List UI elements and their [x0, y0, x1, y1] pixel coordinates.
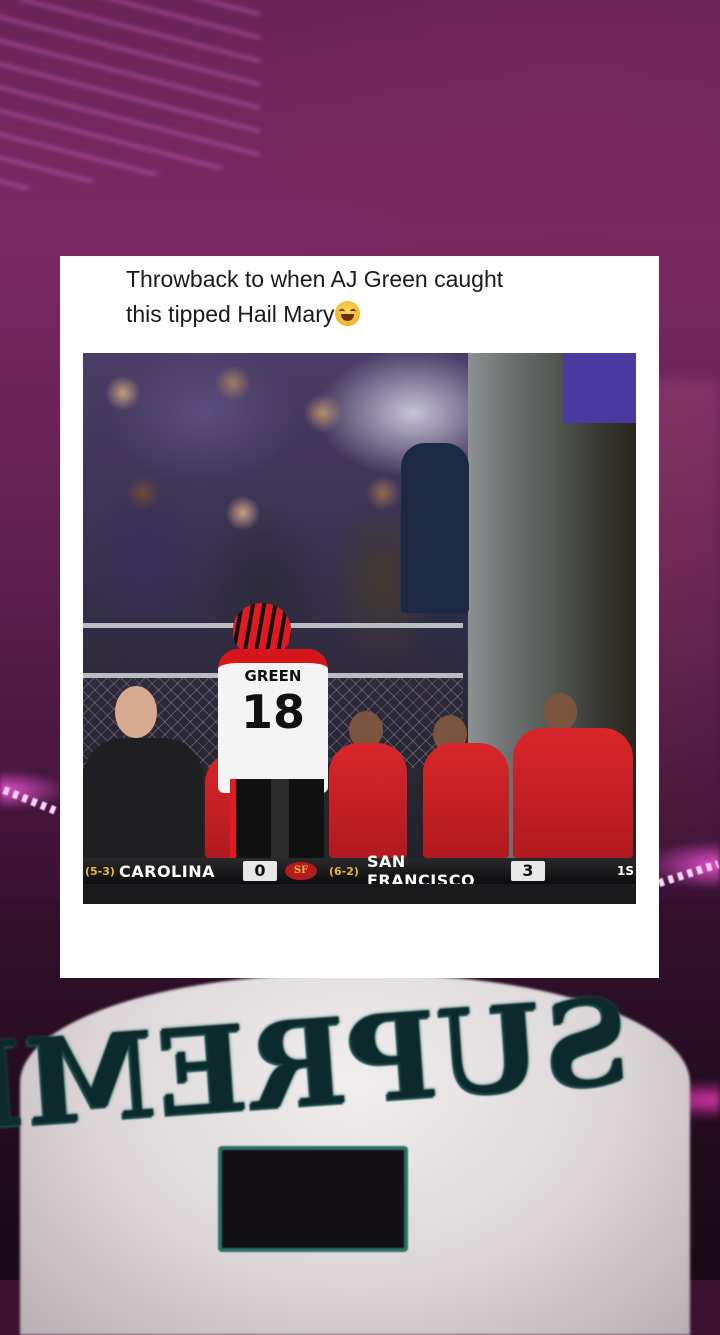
coach-head [115, 686, 157, 738]
football-player: GREEN 18 [218, 603, 333, 859]
network-logo: SF [285, 862, 317, 880]
player-pants [230, 779, 324, 859]
hat-tag [218, 1146, 408, 1252]
coach [83, 738, 203, 858]
player-helmet [233, 603, 291, 655]
game-quarter: 1S [617, 864, 634, 878]
jersey-number: 18 [240, 685, 305, 739]
tweet-video[interactable]: GREEN 18 (5-3) CAROLINA 0 SF (6-2) SAN F… [83, 353, 636, 904]
player-jersey: GREEN 18 [218, 649, 328, 793]
staff-head [543, 693, 577, 731]
home-score: 3 [511, 861, 545, 881]
away-record: (5-3) [85, 864, 115, 878]
tweet-text: Throwback to when AJ Green caught this t… [126, 262, 596, 332]
tweet-text-line-1: Throwback to when AJ Green caught [126, 266, 504, 292]
tweet-text-line-2: this tipped Hail Mary [126, 301, 335, 327]
scorebug: (5-3) CAROLINA 0 SF (6-2) SAN FRANCISCO … [83, 852, 636, 890]
face-with-tears-of-joy-icon [335, 301, 361, 326]
tweet-card[interactable]: Throwback to when AJ Green caught this t… [60, 256, 659, 978]
jersey-name: GREEN [244, 667, 302, 685]
away-team: CAROLINA [119, 861, 215, 881]
stadium-banner [563, 353, 636, 423]
neon-light-stripes [0, 0, 260, 196]
police-officer [401, 443, 469, 613]
away-score: 0 [243, 861, 277, 881]
video-letterbox [83, 884, 636, 904]
home-record: (6-2) [329, 864, 359, 878]
staff-member [423, 743, 509, 858]
staff-member [329, 743, 407, 858]
staff-member [513, 728, 633, 858]
